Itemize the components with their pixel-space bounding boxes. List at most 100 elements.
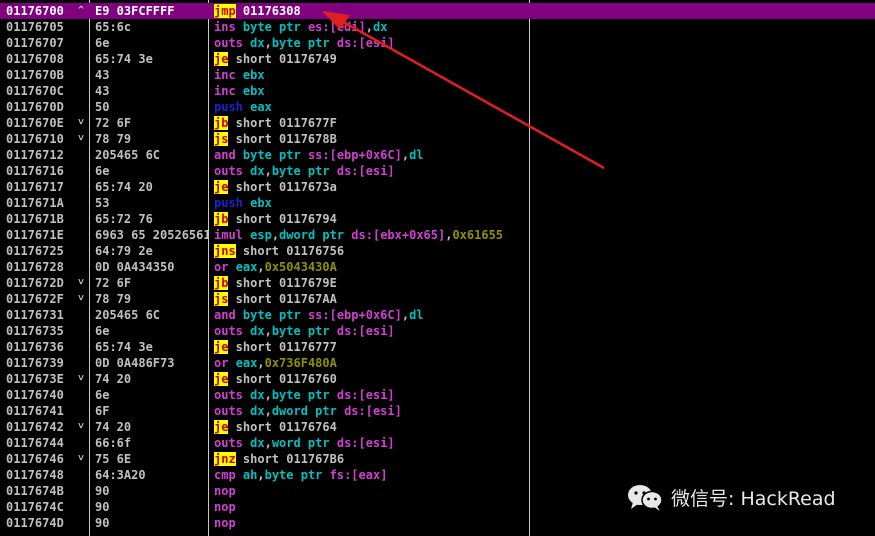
- disassembly-cell: outs dx,word ptr ds:[esi]: [214, 435, 528, 451]
- table-row[interactable]: 01176740 6e outs dx,byte ptr ds:[esi]: [0, 387, 875, 403]
- table-row[interactable]: 0117674D 90 nop: [0, 515, 875, 531]
- asm-token: eax: [235, 356, 258, 370]
- hex-bytes-cell: 90: [95, 516, 110, 530]
- address-cell: 01176708: [6, 52, 64, 66]
- asm-token: dx: [372, 20, 388, 34]
- asm-token: outs: [214, 404, 251, 418]
- address-cell: 0117672D: [6, 276, 64, 290]
- hex-bytes-cell: 205465 6C: [95, 148, 161, 162]
- table-row[interactable]: 01176712 205465 6C and byte ptr ss:[ebp+0x…: [0, 147, 875, 163]
- table-row[interactable]: 0117670C 43 inc ebx: [0, 83, 875, 99]
- table-row[interactable]: 01176707 6e outs dx,byte ptr ds:[esi]: [0, 35, 875, 51]
- asm-token: byte ptr: [271, 36, 337, 50]
- asm-token: byte ptr: [271, 388, 337, 402]
- table-row[interactable]: 0117671B 65:72 76 jb short 01176794: [0, 211, 875, 227]
- table-row[interactable]: 01176731 205465 6C and byte ptr ss:[ebp+0x…: [0, 307, 875, 323]
- asm-token: es:[edi]: [307, 20, 366, 34]
- table-row[interactable]: 01176744 66:6f outs dx,word ptr ds:[esi]: [0, 435, 875, 451]
- address-cell: 01176742: [6, 420, 64, 434]
- asm-token: esp: [250, 228, 272, 242]
- table-row[interactable]: 01176741 6F outs dx,dword ptr ds:[esi]: [0, 403, 875, 419]
- address-cell: 0117671E: [6, 228, 64, 242]
- table-row[interactable]: 0117670B 43 inc ebx: [0, 67, 875, 83]
- address-cell: 01176736: [6, 340, 64, 354]
- asm-token: eax: [235, 260, 258, 274]
- address-cell: 0117671A: [6, 196, 64, 210]
- disassembly-cell: je short 01176760: [214, 371, 528, 387]
- table-row[interactable]: 0117673E ˅ 74 20 je short 01176760: [0, 371, 875, 387]
- asm-token: nop: [214, 516, 236, 530]
- table-row[interactable]: 01176716 6e outs dx,byte ptr ds:[esi]: [0, 163, 875, 179]
- address-cell: 01176731: [6, 308, 64, 322]
- table-row[interactable]: 01176746 ˅ 75 6E jnz short 011767B6: [0, 451, 875, 467]
- table-row[interactable]: 0117672F ˅ 78 79 js short 011767AA: [0, 291, 875, 307]
- asm-token: byte ptr: [242, 148, 308, 162]
- table-row[interactable]: 0117672D ˅ 72 6F jb short 0117679E: [0, 275, 875, 291]
- asm-token: ,: [264, 388, 272, 402]
- table-row[interactable]: 01176705 65:6c ins byte ptr es:[edi],dx: [0, 19, 875, 35]
- asm-token: 01176308: [235, 4, 301, 18]
- table-row[interactable]: 01176710 ˅ 78 79 js short 0117678B: [0, 131, 875, 147]
- jump-mnemonic: je: [214, 180, 229, 194]
- table-row[interactable]: 01176725 64:79 2e jns short 01176756: [0, 243, 875, 259]
- table-row[interactable]: 01176728 0D 0A434350 or eax,0x5043430A: [0, 259, 875, 275]
- table-row[interactable]: 0117670E ˅ 72 6F jb short 0117677F: [0, 115, 875, 131]
- hex-bytes-cell: 90: [95, 500, 110, 514]
- address-cell: 01176740: [6, 388, 64, 402]
- hex-bytes-cell: 78 79: [95, 292, 132, 306]
- table-row[interactable]: 01176735 6e outs dx,byte ptr ds:[esi]: [0, 323, 875, 339]
- disassembly-cell: je short 01176749: [214, 51, 528, 67]
- asm-token: nop: [214, 484, 236, 498]
- asm-token: ,: [264, 404, 272, 418]
- table-row[interactable]: 0117671A 53 push ebx: [0, 195, 875, 211]
- hex-bytes-cell: 43: [95, 68, 110, 82]
- asm-token: ,: [365, 20, 373, 34]
- asm-token: ah: [242, 468, 258, 482]
- hex-bytes-cell: 65:74 20: [95, 180, 153, 194]
- asm-token: byte ptr: [242, 308, 308, 322]
- asm-token: outs: [214, 164, 251, 178]
- address-cell: 0117672F: [6, 292, 64, 306]
- asm-token: short 01176760: [228, 372, 337, 386]
- asm-token: ds:[esi]: [336, 36, 395, 50]
- address-cell: 01176717: [6, 180, 64, 194]
- asm-token: dword ptr: [279, 228, 352, 242]
- table-row[interactable]: 01176742 ˅ 74 20 je short 01176764: [0, 419, 875, 435]
- hex-bytes-cell: 72 6F: [95, 116, 132, 130]
- disassembly-cell: push ebx: [214, 195, 528, 211]
- disassembly-cell: and byte ptr ss:[ebp+0x6C],dl: [214, 307, 528, 323]
- asm-token: ,: [401, 148, 410, 162]
- table-row[interactable]: 01176736 65:74 3e je short 01176777: [0, 339, 875, 355]
- address-cell: 0117674D: [6, 516, 64, 530]
- table-row[interactable]: 01176700 ^ E9 03FCFFFF jmp 01176308: [0, 3, 875, 19]
- table-row[interactable]: 01176739 0D 0A486F73 or eax,0x736F480A: [0, 355, 875, 371]
- table-row[interactable]: 01176708 65:74 3e je short 01176749: [0, 51, 875, 67]
- jump-mnemonic: jb: [214, 116, 229, 130]
- address-cell: 0117670C: [6, 84, 64, 98]
- hex-bytes-cell: 78 79: [95, 132, 132, 146]
- address-cell: 01176710: [6, 132, 64, 146]
- disassembly-cell: outs dx,byte ptr ds:[esi]: [214, 35, 528, 51]
- hex-bytes-cell: 74 20: [95, 420, 132, 434]
- asm-token: ,: [264, 164, 272, 178]
- disassembly-cell: and byte ptr ss:[ebp+0x6C],dl: [214, 147, 528, 163]
- disassembly-listing[interactable]: 01176700 ^ E9 03FCFFFF jmp 01176308 01176705…: [0, 3, 875, 531]
- address-cell: 01176744: [6, 436, 64, 450]
- disassembly-cell: nop: [214, 499, 528, 515]
- table-row[interactable]: 0117671E 6963 65 20526561 imul esp,dword p…: [0, 227, 875, 243]
- jump-mnemonic: jb: [214, 212, 229, 226]
- hex-bytes-cell: 6e: [95, 388, 110, 402]
- disassembly-cell: inc ebx: [214, 67, 528, 83]
- asm-token: ds:[esi]: [336, 324, 395, 338]
- disassembly-cell: push eax: [214, 99, 528, 115]
- disassembly-cell: je short 01176764: [214, 419, 528, 435]
- hex-bytes-cell: 64:79 2e: [95, 244, 153, 258]
- table-row[interactable]: 01176748 64:3A20 cmp ah,byte ptr fs:[eax]: [0, 467, 875, 483]
- table-row[interactable]: 01176717 65:74 20 je short 0117673a: [0, 179, 875, 195]
- asm-token: outs: [214, 36, 251, 50]
- table-row[interactable]: 0117670D 50 push eax: [0, 99, 875, 115]
- disassembly-cell: or eax,0x736F480A: [214, 355, 528, 371]
- hex-bytes-cell: E9 03FCFFFF: [95, 4, 175, 18]
- asm-token: byte ptr: [271, 324, 337, 338]
- asm-token: short 0117677F: [228, 116, 337, 130]
